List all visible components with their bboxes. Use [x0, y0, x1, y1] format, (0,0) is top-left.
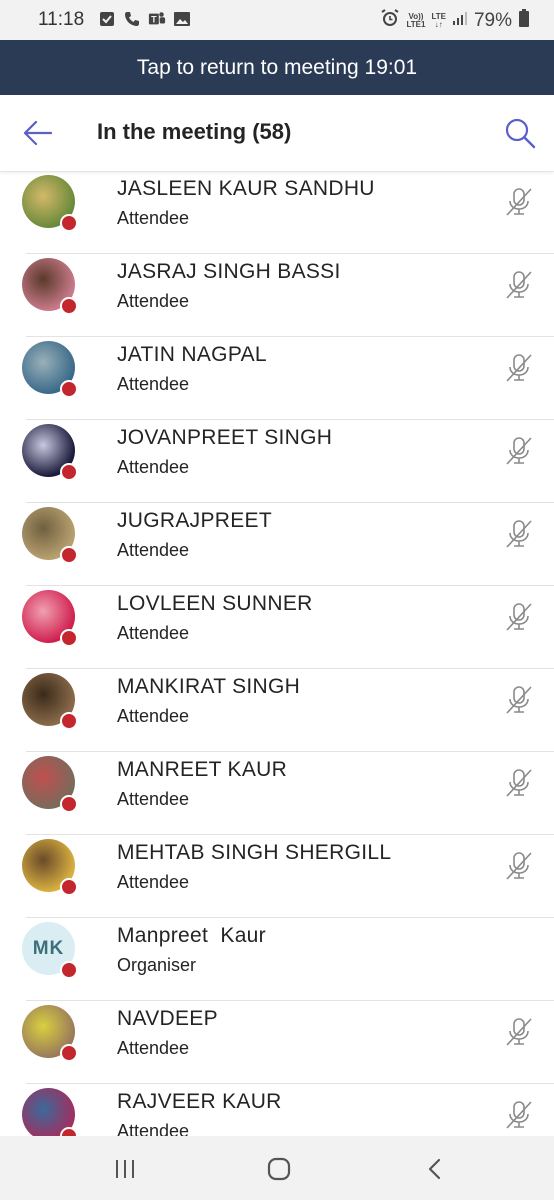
participant-role: Attendee: [117, 374, 190, 394]
presence-busy-icon: [60, 878, 78, 896]
status-time: 11:18: [38, 9, 85, 30]
mic-off-icon: [506, 1018, 532, 1046]
participant-row[interactable]: MK Manpreet Kaur Organiser: [0, 918, 554, 1001]
presence-busy-icon: [60, 380, 78, 398]
presence-busy-icon: [60, 795, 78, 813]
svg-text:T: T: [151, 15, 157, 25]
mic-off-icon: [506, 271, 532, 299]
participant-role: Attendee: [117, 291, 190, 311]
teams-icon: T: [148, 10, 166, 28]
participant-name: JASLEEN KAUR SANDHU: [117, 177, 375, 200]
participant-name: JOVANPREET SINGH: [117, 426, 333, 449]
gallery-icon: [173, 10, 191, 28]
participant-row[interactable]: JASLEEN KAUR SANDHU Attendee: [0, 171, 554, 254]
battery-icon: [518, 8, 530, 33]
presence-busy-icon: [60, 961, 78, 979]
participant-name: MANKIRAT SINGH: [117, 675, 301, 698]
participant-name: Manpreet Kaur: [117, 924, 266, 947]
phone-icon: [123, 10, 141, 28]
mic-off-icon: [506, 188, 532, 216]
participant-row[interactable]: JATIN NAGPAL Attendee: [0, 337, 554, 420]
arrow-left-icon: [23, 120, 53, 146]
mic-off-icon: [506, 354, 532, 382]
presence-busy-icon: [60, 546, 78, 564]
presence-busy-icon: [60, 712, 78, 730]
participant-row[interactable]: RAJVEER KAUR Attendee: [0, 1084, 554, 1136]
participant-row[interactable]: MANREET KAUR Attendee: [0, 752, 554, 835]
mic-off-icon: [506, 686, 532, 714]
lte-indicator: LTE ↓↑: [431, 11, 446, 29]
participant-row[interactable]: MANKIRAT SINGH Attendee: [0, 669, 554, 752]
participant-role: Attendee: [117, 789, 190, 809]
checkbox-icon: [98, 10, 116, 28]
status-bar: 11:18 T Vo)) LTE1 LTE ↓↑ 79%: [0, 0, 554, 40]
presence-busy-icon: [60, 1044, 78, 1062]
mic-off-icon: [506, 437, 532, 465]
home-button[interactable]: [264, 1154, 294, 1184]
participant-role: Attendee: [117, 706, 190, 726]
search-icon: [505, 118, 536, 149]
participant-list[interactable]: JASLEEN KAUR SANDHU Attendee JASRAJ SINGH …: [0, 171, 554, 1136]
participant-row[interactable]: NAVDEEP Attendee: [0, 1001, 554, 1084]
back-button[interactable]: [20, 115, 56, 151]
home-icon: [267, 1157, 291, 1181]
participant-role: Attendee: [117, 208, 190, 228]
page-title: In the meeting (58): [97, 119, 292, 144]
participant-role: Attendee: [117, 1121, 190, 1136]
participant-name: LOVLEEN SUNNER: [117, 592, 313, 615]
mic-off-icon: [506, 769, 532, 797]
participant-row[interactable]: JASRAJ SINGH BASSI Attendee: [0, 254, 554, 337]
recent-apps-button[interactable]: [110, 1154, 140, 1184]
signal-icon: [452, 10, 468, 31]
participant-name: JATIN NAGPAL: [117, 343, 267, 366]
search-button[interactable]: [502, 115, 538, 151]
participant-name: JASRAJ SINGH BASSI: [117, 260, 341, 283]
participant-role: Organiser: [117, 955, 197, 975]
mic-off-icon: [506, 520, 532, 548]
presence-busy-icon: [60, 297, 78, 315]
return-to-meeting-banner[interactable]: Tap to return to meeting 19:01: [0, 40, 554, 95]
presence-busy-icon: [60, 214, 78, 232]
participant-row[interactable]: JOVANPREET SINGH Attendee: [0, 420, 554, 503]
alarm-icon: [380, 8, 400, 33]
participant-role: Attendee: [117, 1038, 190, 1058]
system-nav-bar: [0, 1136, 554, 1200]
participant-row[interactable]: MEHTAB SINGH SHERGILL Attendee: [0, 835, 554, 918]
participant-role: Attendee: [117, 457, 190, 477]
volte-indicator: Vo)) LTE1: [406, 11, 426, 29]
app-header: In the meeting (58): [0, 95, 554, 172]
chevron-left-icon: [428, 1158, 441, 1180]
participant-row[interactable]: JUGRAJPREET Attendee: [0, 503, 554, 586]
participant-role: Attendee: [117, 623, 190, 643]
participant-role: Attendee: [117, 872, 190, 892]
presence-busy-icon: [60, 629, 78, 647]
participant-role: Attendee: [117, 540, 190, 560]
mic-off-icon: [506, 1101, 532, 1129]
presence-busy-icon: [60, 463, 78, 481]
system-status: Vo)) LTE1 LTE ↓↑ 79%: [380, 8, 530, 33]
recent-apps-icon: [116, 1160, 134, 1178]
participant-name: NAVDEEP: [117, 1007, 218, 1030]
participant-name: RAJVEER KAUR: [117, 1090, 282, 1113]
participant-name: MANREET KAUR: [117, 758, 288, 781]
participant-name: JUGRAJPREET: [117, 509, 272, 532]
participant-name: MEHTAB SINGH SHERGILL: [117, 841, 392, 864]
presence-busy-icon: [60, 1127, 78, 1136]
participant-row[interactable]: LOVLEEN SUNNER Attendee: [0, 586, 554, 669]
nav-back-button[interactable]: [420, 1154, 450, 1184]
mic-off-icon: [506, 603, 532, 631]
return-to-meeting-text: Tap to return to meeting 19:01: [136, 55, 418, 79]
battery-percent: 79%: [473, 9, 512, 31]
mic-off-icon: [506, 852, 532, 880]
notification-icons: T: [98, 10, 191, 28]
